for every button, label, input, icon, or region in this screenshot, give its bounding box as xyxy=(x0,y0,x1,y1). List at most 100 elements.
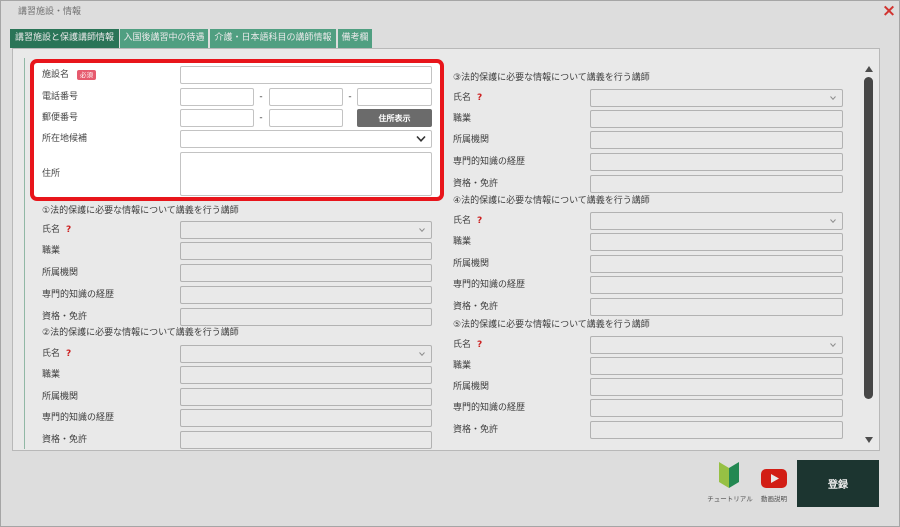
address-label: 住所 xyxy=(42,169,61,179)
required-badge: 必須 xyxy=(77,69,97,80)
lecturer-4-name-label-text: 氏名 xyxy=(453,216,472,226)
postal-code-separator: - xyxy=(259,113,263,123)
lecturer-3-occupation-input[interactable] xyxy=(590,110,843,128)
lecturer-5-name-label-text: 氏名 xyxy=(453,340,472,350)
lecturer-4-qualifications-input[interactable] xyxy=(590,298,843,316)
lecturer-5-qualifications-input[interactable] xyxy=(590,421,843,439)
phone-input-3[interactable] xyxy=(357,88,432,106)
phone-separator: - xyxy=(348,92,352,102)
scrollbar-thumb[interactable] xyxy=(864,77,873,399)
postal-code-input-2[interactable] xyxy=(269,109,343,127)
dialog-title: 講習施設・情報 xyxy=(18,7,82,17)
phone-input-1[interactable] xyxy=(180,88,254,106)
facility-name-input[interactable] xyxy=(180,66,432,84)
lecturer-2-affiliation-input[interactable] xyxy=(180,388,432,406)
help-icon[interactable]: ? xyxy=(66,225,71,235)
lecturer-2-name-label-text: 氏名 xyxy=(42,349,61,359)
facility-name-label: 施設名 必須 xyxy=(42,66,97,84)
lecturer-1-affiliation-label: 所属機関 xyxy=(42,268,79,278)
lecturer-1-qualifications-label: 資格・免許 xyxy=(42,312,88,322)
lecturer-5-expertise-label: 専門的知識の経歴 xyxy=(453,403,526,413)
postal-code-input-1[interactable] xyxy=(180,109,254,127)
help-icon[interactable]: ? xyxy=(477,340,482,350)
register-button[interactable]: 登録 xyxy=(797,460,879,507)
phone-input-2[interactable] xyxy=(269,88,343,106)
lecturer-2-qualifications-input[interactable] xyxy=(180,431,432,449)
address-textarea[interactable] xyxy=(180,152,432,196)
lecturer-3-heading: ③法的保護に必要な情報について講義を行う講師 xyxy=(453,73,650,83)
lecturer-3-affiliation-input[interactable] xyxy=(590,131,843,149)
lecturer-1-expertise-label: 専門的知識の経歴 xyxy=(42,290,115,300)
lecturer-3-expertise-input[interactable] xyxy=(590,153,843,171)
video-play-icon xyxy=(761,469,787,488)
phone-separator: - xyxy=(259,92,263,102)
scroll-up-arrow-icon[interactable] xyxy=(865,66,873,72)
postal-code-label: 郵便番号 xyxy=(42,113,79,123)
chevron-down-icon xyxy=(830,219,836,223)
tutorial-button[interactable]: チュートリアル xyxy=(704,460,756,505)
help-icon[interactable]: ? xyxy=(477,93,482,103)
tab-care-japanese-lecturers[interactable]: 介護・日本語科目の講師情報 xyxy=(210,29,336,48)
lecturer-1-heading: ①法的保護に必要な情報について講義を行う講師 xyxy=(42,206,239,216)
lecturer-2-expertise-input[interactable] xyxy=(180,409,432,427)
scroll-down-arrow-icon[interactable] xyxy=(865,437,873,443)
lecturer-3-name-select[interactable] xyxy=(590,89,843,107)
video-guide-button[interactable]: 動画説明 xyxy=(758,460,790,505)
lecturer-5-name-select[interactable] xyxy=(590,336,843,354)
lecturer-1-name-label-text: 氏名 xyxy=(42,225,61,235)
tab-facility-and-lecturers[interactable]: 講習施設と保護講師情報 xyxy=(10,29,119,48)
lecturer-1-expertise-input[interactable] xyxy=(180,286,432,304)
lecturer-5-qualifications-label: 資格・免許 xyxy=(453,425,499,435)
lecturer-3-qualifications-input[interactable] xyxy=(590,175,843,193)
lecturer-1-name-select[interactable] xyxy=(180,221,432,239)
lecturer-3-occupation-label: 職業 xyxy=(453,114,472,124)
lecturer-5-name-label: 氏名? xyxy=(453,336,482,354)
dialog-window: 講習施設・情報 × 講習施設と保護講師情報 入国後講習中の待遇 介護・日本語科目… xyxy=(0,0,900,527)
lecturer-3-name-label: 氏名? xyxy=(453,89,482,107)
lecturer-1-affiliation-input[interactable] xyxy=(180,264,432,282)
chevron-down-icon xyxy=(416,135,426,142)
address-lookup-button[interactable]: 住所表示 xyxy=(357,109,432,127)
location-candidates-label: 所在地候補 xyxy=(42,134,88,144)
lecturer-5-affiliation-label: 所属機関 xyxy=(453,382,490,392)
lecturer-2-expertise-label: 専門的知識の経歴 xyxy=(42,413,115,423)
lecturer-4-affiliation-label: 所属機関 xyxy=(453,259,490,269)
lecturer-1-occupation-label: 職業 xyxy=(42,246,61,256)
lecturer-4-occupation-label: 職業 xyxy=(453,237,472,247)
lecturer-5-heading: ⑤法的保護に必要な情報について講義を行う講師 xyxy=(453,320,650,330)
location-candidates-select[interactable] xyxy=(180,130,432,148)
lecturer-2-occupation-input[interactable] xyxy=(180,366,432,384)
lecturer-5-expertise-input[interactable] xyxy=(590,399,843,417)
lecturer-3-affiliation-label: 所属機関 xyxy=(453,135,490,145)
lecturer-5-occupation-label: 職業 xyxy=(453,361,472,371)
lecturer-2-affiliation-label: 所属機関 xyxy=(42,392,79,402)
chevron-down-icon xyxy=(830,96,836,100)
video-guide-label: 動画説明 xyxy=(761,495,787,503)
help-icon[interactable]: ? xyxy=(66,349,71,359)
lecturer-4-heading: ④法的保護に必要な情報について講義を行う講師 xyxy=(453,196,650,206)
close-icon[interactable]: × xyxy=(881,2,897,20)
facility-highlight-box: 施設名 必須 電話番号 - - 郵便番号 - 住所表示 所在地候補 住所 xyxy=(30,59,444,201)
panel-left-divider xyxy=(24,58,25,449)
phone-label: 電話番号 xyxy=(42,92,79,102)
tab-treatment-after-entry[interactable]: 入国後講習中の待遇 xyxy=(120,29,208,48)
lecturer-2-heading: ②法的保護に必要な情報について講義を行う講師 xyxy=(42,328,239,338)
tab-remarks[interactable]: 備考欄 xyxy=(338,29,372,48)
lecturer-3-name-label-text: 氏名 xyxy=(453,93,472,103)
lecturer-5-occupation-input[interactable] xyxy=(590,357,843,375)
lecturer-1-name-label: 氏名? xyxy=(42,221,71,239)
lecturer-1-qualifications-input[interactable] xyxy=(180,308,432,326)
lecturer-4-occupation-input[interactable] xyxy=(590,233,843,251)
help-icon[interactable]: ? xyxy=(477,216,482,226)
tutorial-label: チュートリアル xyxy=(707,495,753,503)
lecturer-5-affiliation-input[interactable] xyxy=(590,378,843,396)
lecturer-4-qualifications-label: 資格・免許 xyxy=(453,302,499,312)
lecturer-4-affiliation-input[interactable] xyxy=(590,255,843,273)
lecturer-1-occupation-input[interactable] xyxy=(180,242,432,260)
lecturer-4-name-select[interactable] xyxy=(590,212,843,230)
lecturer-4-expertise-input[interactable] xyxy=(590,276,843,294)
lecturer-3-qualifications-label: 資格・免許 xyxy=(453,179,499,189)
lecturer-2-occupation-label: 職業 xyxy=(42,370,61,380)
lecturer-2-name-select[interactable] xyxy=(180,345,432,363)
chevron-down-icon xyxy=(830,343,836,347)
